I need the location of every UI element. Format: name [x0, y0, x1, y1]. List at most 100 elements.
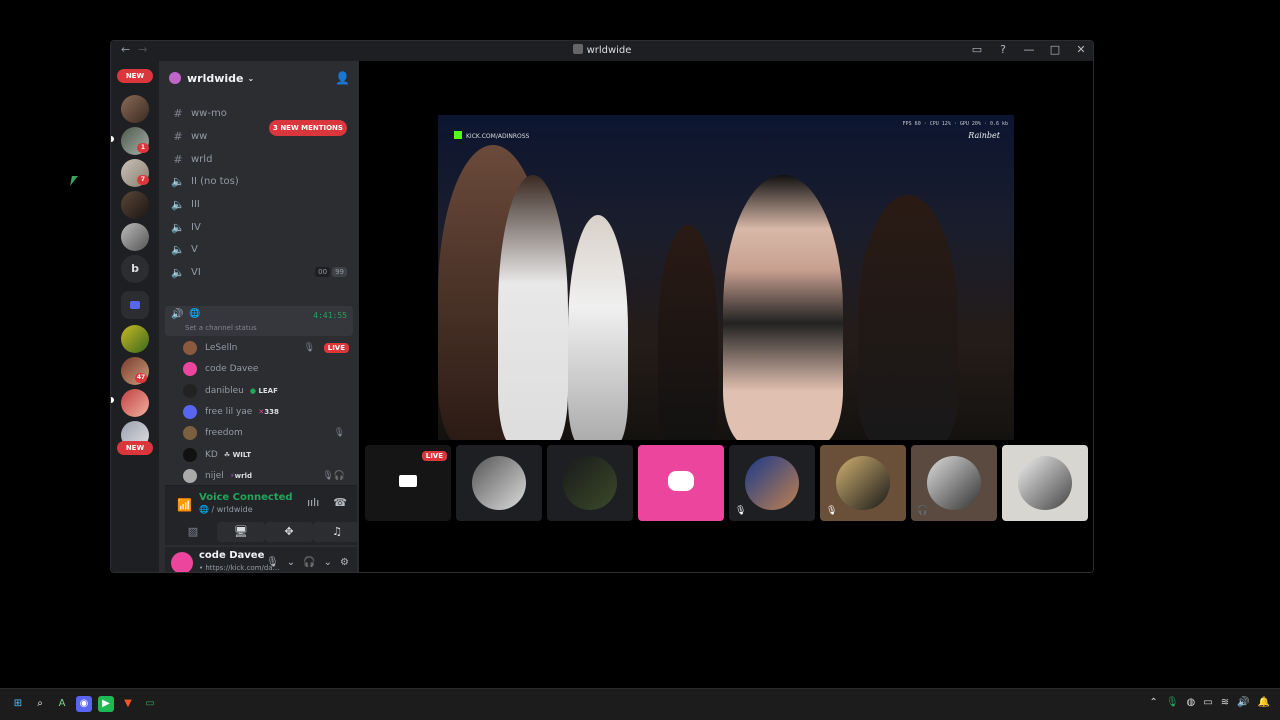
taskbar: ⊞ ⌕ A ◉ ▶ ▼ ▭ ⌃ 🎙 ◍ ▭ ≋ 🔊 🔔	[0, 688, 1280, 720]
stream-figure	[498, 175, 568, 440]
voice-user[interactable]: free lil yae ✕338	[183, 402, 353, 422]
voice-channel-ii[interactable]: 🔈 II (no tos)	[165, 171, 353, 191]
new-unreads-pill-bottom[interactable]: NEW	[117, 441, 153, 455]
server-icon[interactable]	[121, 325, 149, 353]
voice-connected-label[interactable]: Voice Connected	[199, 492, 293, 503]
channel-status-prompt[interactable]: Set a channel status	[185, 324, 257, 332]
folder-icon[interactable]	[121, 291, 149, 319]
headphones-icon[interactable]: 🎧	[303, 557, 315, 568]
channel-sidebar: wrldwide ⌄ 👤 # ww-mo 3 NEW MENTIONS # ww #…	[159, 61, 361, 572]
avatar	[472, 456, 526, 510]
participant-tile[interactable]	[547, 445, 633, 521]
server-icon-letter[interactable]: b	[121, 255, 149, 283]
disconnect-icon[interactable]: ☎	[333, 496, 347, 509]
voice-user[interactable]: KD ☘ WILT	[183, 445, 353, 465]
stream-tile[interactable]: LIVE	[365, 445, 451, 521]
microphone-icon[interactable]: 🎙	[1166, 697, 1179, 708]
stream-figure	[658, 225, 718, 440]
server-list: NEW 1 7 b 47 NEW	[111, 61, 159, 572]
clan-tag: ✕338	[258, 408, 279, 416]
invite-people-icon[interactable]: 👤	[335, 71, 350, 85]
discord-window: ← → wrldwide ▭ ? — □ ✕ NEW 1 7 b 47 NEW …	[110, 40, 1094, 573]
stream-source-label: KICK.COM/ADINROSS	[454, 131, 529, 140]
app-icon[interactable]: ▶	[98, 696, 114, 712]
signal-icon[interactable]: 📶	[177, 498, 192, 512]
server-header[interactable]: wrldwide ⌄	[159, 61, 359, 95]
soundboard-button[interactable]: ♫	[313, 522, 361, 542]
voice-user[interactable]: freedom 🎙	[183, 423, 353, 443]
voice-channel-iv[interactable]: 🔈 IV	[165, 217, 353, 237]
active-voice-channel[interactable]: 🔊 🌐 4:41:55 Set a channel status	[165, 306, 353, 336]
gear-icon[interactable]: ⚙	[340, 557, 349, 568]
noise-suppression-icon[interactable]: ıılı	[307, 496, 319, 509]
discord-icon[interactable]: ◉	[76, 696, 92, 712]
wifi-icon[interactable]: ≋	[1221, 697, 1229, 708]
participant-tile[interactable]: 🎙	[820, 445, 906, 521]
text-channel-icon: #	[173, 152, 183, 166]
screen-icon	[399, 475, 417, 487]
voice-channel-iii[interactable]: 🔈 III	[165, 194, 353, 214]
brave-icon[interactable]: ▼	[120, 696, 136, 712]
clan-tag: ☘ WILT	[223, 451, 251, 459]
participant-tile[interactable]	[1002, 445, 1088, 521]
help-icon[interactable]: ?	[997, 43, 1009, 56]
notification-bell-icon[interactable]: 🔔	[1258, 697, 1270, 708]
app-tray-icon[interactable]: ◍	[1187, 697, 1196, 708]
terminal-icon[interactable]: ▭	[142, 696, 158, 712]
network-icon[interactable]: ▭	[1203, 697, 1212, 708]
channel-wrld[interactable]: # wrld	[165, 149, 353, 169]
avatar	[183, 341, 197, 355]
text-channel-icon: #	[173, 106, 183, 120]
unread-indicator	[111, 397, 114, 403]
chevron-down-icon[interactable]: ⌄	[324, 557, 332, 568]
avatar	[745, 456, 799, 510]
voice-user[interactable]: danibleu ● LEAF	[183, 381, 353, 401]
chevron-up-icon[interactable]: ⌃	[1149, 697, 1157, 708]
minimize-button[interactable]: —	[1023, 43, 1035, 56]
camera-off-button[interactable]: ▨	[169, 522, 217, 542]
muted-mic-icon: 🎙	[333, 428, 345, 438]
avatar	[563, 456, 617, 510]
discord-logo-icon	[668, 471, 694, 491]
voice-user[interactable]: LeSelln 🎙 LIVE	[183, 338, 353, 358]
activities-button[interactable]: ✥	[265, 522, 313, 542]
participant-tile[interactable]	[638, 445, 724, 521]
close-button[interactable]: ✕	[1075, 43, 1087, 56]
deafened-icon: 🎧	[917, 506, 929, 516]
app-icon[interactable]: A	[54, 696, 70, 712]
microphone-icon[interactable]: 🎙	[266, 557, 279, 568]
channel-ww[interactable]: # ww	[165, 126, 353, 146]
server-icon[interactable]	[121, 95, 149, 123]
user-limit: 00 99	[315, 267, 347, 277]
live-badge: LIVE	[323, 343, 349, 353]
live-badge: LIVE	[421, 451, 447, 461]
screen-share-button[interactable]: 🖥	[217, 522, 265, 542]
server-icon[interactable]	[121, 223, 149, 251]
inbox-icon[interactable]: ▭	[971, 43, 983, 56]
participant-tile[interactable]: 🎧	[911, 445, 997, 521]
start-icon[interactable]: ⊞	[10, 696, 26, 712]
participant-tile[interactable]: 🎙	[729, 445, 815, 521]
avatar	[836, 456, 890, 510]
chevron-down-icon[interactable]: ⌄	[287, 557, 295, 568]
search-icon[interactable]: ⌕	[32, 696, 48, 712]
voice-channel-link[interactable]: 🌐 / wrldwide	[199, 505, 253, 514]
voice-channel-v[interactable]: 🔈 V	[165, 239, 353, 259]
server-icon[interactable]	[121, 389, 149, 417]
avatar[interactable]	[171, 552, 193, 572]
username[interactable]: code Davee	[199, 550, 264, 561]
voice-user[interactable]: code Davee	[183, 359, 353, 379]
muted-mic-icon: 🎙	[826, 506, 838, 516]
new-unreads-pill-top[interactable]: NEW	[117, 69, 153, 83]
user-controls: 🎙 ⌄ 🎧 ⌄ ⚙	[266, 557, 349, 568]
focused-stream[interactable]: KICK.COM/ADINROSS FPS 60 · CPU 12% · GPU…	[438, 115, 1014, 440]
volume-icon[interactable]: 🔊	[1237, 697, 1249, 708]
participant-tile[interactable]	[456, 445, 542, 521]
server-icon[interactable]	[121, 191, 149, 219]
voice-user[interactable]: nijel ⚡wrld 🎙🎧	[183, 466, 353, 486]
participant-tiles: LIVE 🎙 🎙 🎧	[365, 445, 1089, 521]
mention-badge: 47	[135, 373, 147, 383]
voice-channel-vi[interactable]: 🔈 VI 00 99	[165, 262, 353, 282]
maximize-button[interactable]: □	[1049, 43, 1061, 56]
clan-tag: ● LEAF	[249, 387, 278, 395]
